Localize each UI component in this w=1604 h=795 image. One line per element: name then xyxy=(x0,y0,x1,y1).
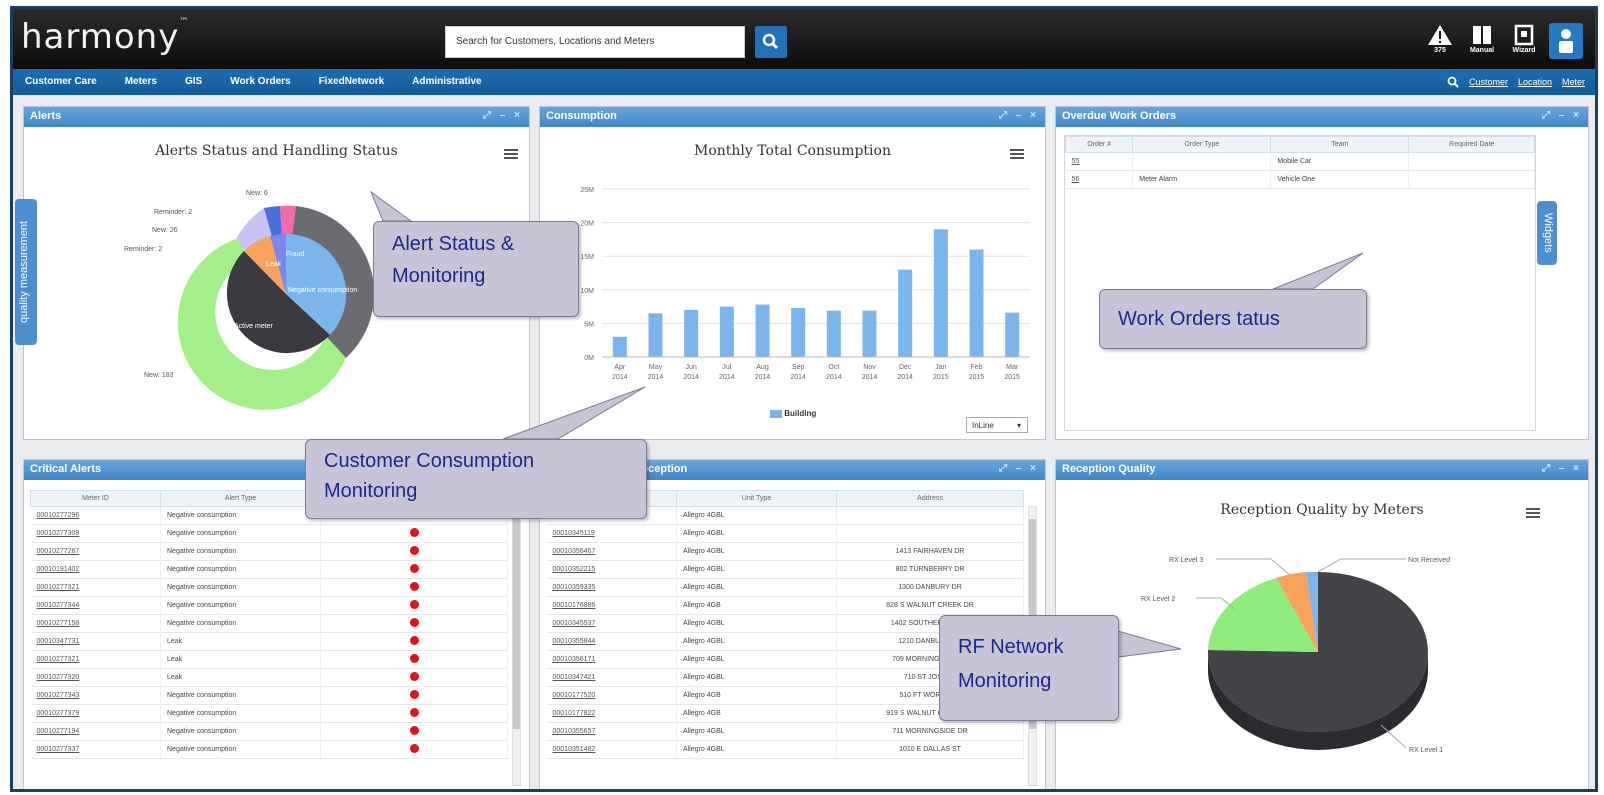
callout-alert-status: Alert Status & Monitoring xyxy=(373,221,579,317)
callout-pointer-work-orders xyxy=(1272,252,1364,290)
callout-pointer-rf xyxy=(1117,630,1182,658)
callout-pointer-alert xyxy=(369,190,413,222)
callout-work-orders: Work Orders tatus xyxy=(1099,289,1367,349)
callout-customer-consumption: Customer Consumption Monitoring xyxy=(305,439,647,519)
callout-pointer-consumption xyxy=(502,386,646,440)
callout-rf-network: RF Network Monitoring xyxy=(939,615,1119,721)
app-frame: harmony™ Search for Customers, Locations… xyxy=(10,6,1598,792)
callout-pointers xyxy=(369,190,1364,658)
